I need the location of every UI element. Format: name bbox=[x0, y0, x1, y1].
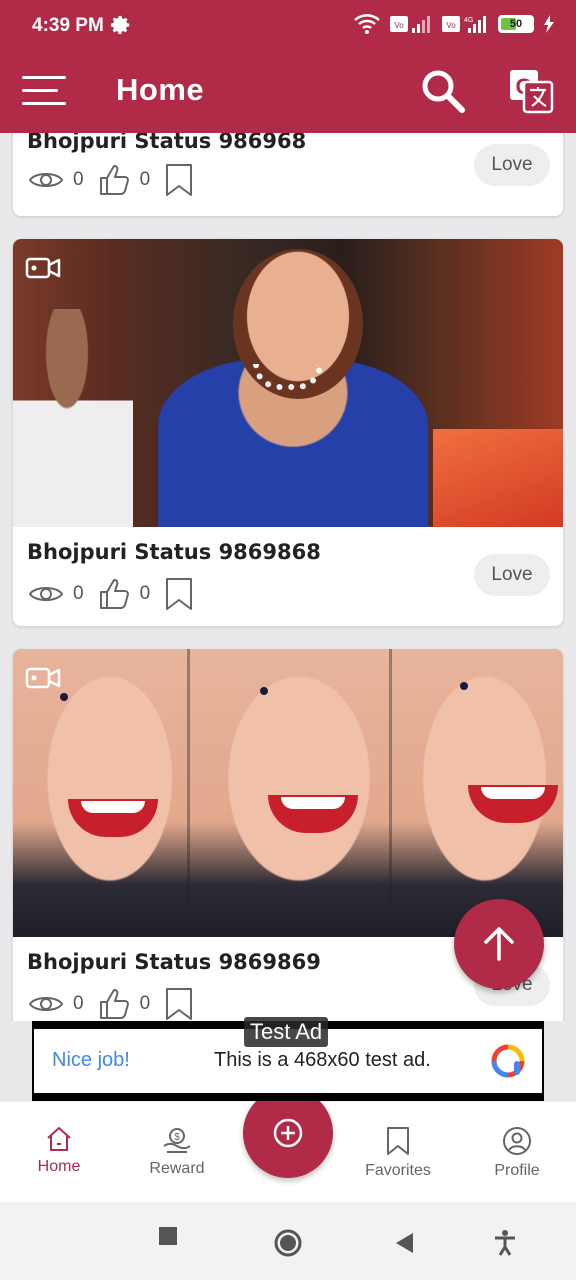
status-card[interactable]: Bhojpuri Status 9869868 0 0 Love bbox=[13, 239, 563, 626]
like-thumb-icon[interactable] bbox=[98, 988, 130, 1020]
home-circle-icon[interactable] bbox=[273, 1228, 303, 1258]
status-time: 4:39 PM bbox=[32, 15, 104, 36]
wifi-icon bbox=[354, 14, 380, 34]
battery-icon: 50 bbox=[498, 15, 534, 33]
views-count: 0 bbox=[73, 169, 84, 190]
card-title: Bhojpuri Status 9869868 bbox=[27, 540, 321, 564]
status-bar: 4:39 PM Vo Vo 4G 50 bbox=[0, 0, 576, 56]
likes-count: 0 bbox=[139, 169, 151, 190]
card-stats: 0 0 bbox=[29, 577, 194, 611]
like-thumb-icon[interactable] bbox=[98, 164, 130, 196]
svg-text:Vo: Vo bbox=[446, 21, 456, 30]
home-icon bbox=[47, 1127, 71, 1151]
app-bar: Home G bbox=[0, 56, 576, 133]
arrow-up-icon bbox=[484, 927, 514, 961]
views-eye-icon bbox=[29, 173, 63, 187]
likes-count: 0 bbox=[139, 583, 151, 604]
profile-icon bbox=[503, 1127, 531, 1155]
bottom-navigation: Home $ Reward Favorites Profile bbox=[0, 1088, 576, 1202]
views-eye-icon bbox=[29, 587, 63, 601]
system-navigation-bar bbox=[0, 1202, 576, 1280]
views-count: 0 bbox=[73, 993, 84, 1014]
like-thumb-icon[interactable] bbox=[98, 578, 130, 610]
page-title: Home bbox=[116, 72, 205, 107]
card-stats: 0 0 bbox=[29, 163, 194, 197]
status-card[interactable]: Bhojpuri Status 986968 0 0 Love bbox=[13, 133, 563, 216]
translate-icon[interactable]: G bbox=[508, 68, 554, 114]
love-button[interactable]: Love bbox=[474, 144, 550, 186]
ad-headline: Nice job! bbox=[52, 1049, 130, 1071]
card-title: Bhojpuri Status 986968 bbox=[27, 133, 307, 153]
nav-home[interactable]: Home bbox=[4, 1126, 114, 1176]
nav-profile[interactable]: Profile bbox=[462, 1126, 572, 1180]
svg-text:4G: 4G bbox=[464, 17, 473, 24]
status-icons: Vo Vo 4G 50 bbox=[354, 14, 554, 34]
banner-ad[interactable]: Nice job! This is a 468x60 test ad. Test… bbox=[32, 1017, 544, 1101]
volte-4g-signal-icon: Vo 4G bbox=[442, 16, 486, 33]
bookmark-icon[interactable] bbox=[164, 163, 194, 197]
ad-text: This is a 468x60 test ad. bbox=[214, 1049, 431, 1071]
nav-home-label: Home bbox=[37, 1158, 81, 1175]
video-camera-icon bbox=[25, 667, 61, 689]
views-eye-icon bbox=[29, 997, 63, 1011]
nav-reward-label: Reward bbox=[149, 1160, 205, 1177]
plus-circle-icon bbox=[273, 1118, 303, 1148]
love-button[interactable]: Love bbox=[474, 554, 550, 596]
views-count: 0 bbox=[73, 583, 84, 604]
recents-square-icon[interactable] bbox=[158, 1226, 178, 1246]
volte-signal-icon: Vo bbox=[390, 16, 430, 33]
svg-text:Vo: Vo bbox=[394, 21, 404, 30]
bookmark-icon[interactable] bbox=[164, 987, 194, 1021]
bookmark-icon[interactable] bbox=[164, 577, 194, 611]
likes-count: 0 bbox=[139, 993, 151, 1014]
ad-tag: Test Ad bbox=[244, 1017, 329, 1047]
add-status-button[interactable] bbox=[243, 1088, 333, 1178]
accessibility-icon[interactable] bbox=[493, 1230, 517, 1256]
card-stats: 0 0 bbox=[29, 987, 194, 1021]
settings-gear-icon bbox=[110, 15, 130, 34]
search-icon[interactable] bbox=[420, 68, 466, 114]
svg-text:$: $ bbox=[174, 1132, 180, 1143]
video-camera-icon bbox=[25, 257, 61, 279]
favorites-bookmark-icon bbox=[387, 1127, 409, 1155]
scroll-to-top-button[interactable] bbox=[454, 899, 544, 989]
nav-favorites[interactable]: Favorites bbox=[343, 1126, 453, 1180]
video-thumbnail[interactable] bbox=[13, 649, 563, 937]
ad-logo-icon bbox=[491, 1044, 525, 1078]
battery-level: 50 bbox=[509, 18, 523, 30]
charging-bolt-icon bbox=[544, 15, 554, 33]
reward-coin-icon: $ bbox=[163, 1128, 191, 1153]
card-title: Bhojpuri Status 9869869 bbox=[27, 950, 321, 974]
back-triangle-icon[interactable] bbox=[395, 1232, 415, 1254]
top-bar: 4:39 PM Vo Vo 4G 50 Home G bbox=[0, 0, 576, 133]
nav-profile-label: Profile bbox=[494, 1162, 540, 1179]
nav-favorites-label: Favorites bbox=[365, 1162, 431, 1179]
video-thumbnail[interactable] bbox=[13, 239, 563, 527]
nav-reward[interactable]: $ Reward bbox=[122, 1126, 232, 1178]
status-feed[interactable]: Bhojpuri Status 986968 0 0 Love Bhojpuri… bbox=[0, 133, 576, 1021]
menu-hamburger-icon[interactable] bbox=[22, 74, 68, 106]
